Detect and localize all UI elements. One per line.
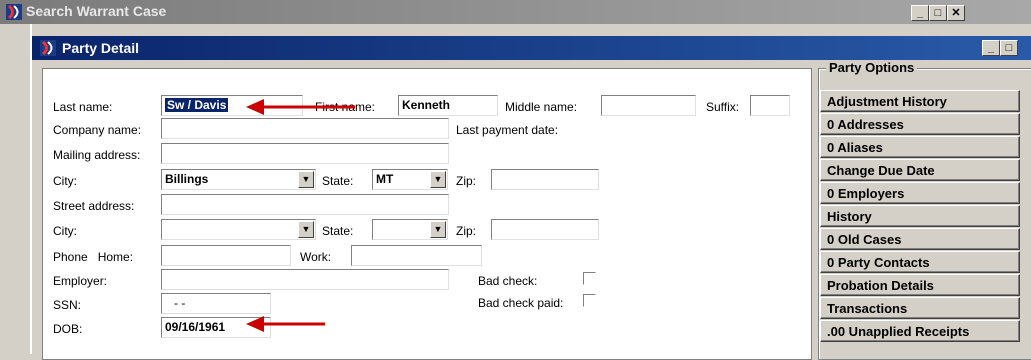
dob-label: DOB: xyxy=(53,322,83,336)
outer-window-title: Search Warrant Case xyxy=(26,3,167,19)
phone-home-label: Phone Home: xyxy=(53,250,134,264)
last-name-label: Last name: xyxy=(53,100,113,114)
inner-maximize-button[interactable]: □ xyxy=(1000,40,1018,56)
middle-name-label: Middle name: xyxy=(505,100,578,114)
company-name-label: Company name: xyxy=(53,123,142,137)
street-address-field[interactable] xyxy=(161,194,449,215)
first-name-field[interactable]: Kenneth xyxy=(398,95,498,116)
annotation-arrow-icon xyxy=(246,99,355,115)
street-city-label: City: xyxy=(53,224,77,238)
outer-minimize-button[interactable]: _ xyxy=(911,5,929,21)
adjustment-history-button[interactable]: Adjustment History xyxy=(820,90,1020,112)
ssn-label: SSN: xyxy=(53,298,82,312)
mailing-city-label: City: xyxy=(53,174,77,188)
addresses-button[interactable]: 0 Addresses xyxy=(820,113,1020,135)
bad-check-paid-checkbox[interactable] xyxy=(583,294,596,307)
ssn-field[interactable]: - - xyxy=(161,293,271,314)
mailing-state-select[interactable]: MT ▼ xyxy=(372,169,448,190)
street-address-label: Street address: xyxy=(53,199,135,213)
bad-check-checkbox[interactable] xyxy=(583,272,596,285)
phone-work-field[interactable] xyxy=(351,245,482,266)
phone-work-label: Work: xyxy=(300,250,332,264)
outer-maximize-button[interactable]: □ xyxy=(929,5,947,21)
bad-check-paid-label: Bad check paid: xyxy=(478,296,564,310)
history-button[interactable]: History xyxy=(820,205,1020,227)
street-state-label: State: xyxy=(322,224,354,238)
change-due-date-button[interactable]: Change Due Date xyxy=(820,159,1020,181)
probation-details-button[interactable]: Probation Details xyxy=(820,274,1020,296)
chevron-down-icon[interactable]: ▼ xyxy=(430,221,446,238)
street-state-select[interactable]: ▼ xyxy=(372,219,448,240)
inner-minimize-button[interactable]: _ xyxy=(982,40,1000,56)
mailing-zip-field[interactable] xyxy=(491,169,599,190)
mailing-address-label: Mailing address: xyxy=(53,148,141,162)
old-cases-button[interactable]: 0 Old Cases xyxy=(820,228,1020,250)
last-payment-date-label: Last payment date: xyxy=(456,123,559,137)
employer-label: Employer: xyxy=(53,274,108,288)
street-zip-label: Zip: xyxy=(456,224,477,238)
inner-title-bar: Party Detail _ □ xyxy=(32,36,1031,60)
company-name-field[interactable] xyxy=(161,118,449,139)
mailing-city-select[interactable]: Billings ▼ xyxy=(161,169,316,190)
employers-button[interactable]: 0 Employers xyxy=(820,182,1020,204)
mailing-zip-label: Zip: xyxy=(456,174,477,188)
chevron-down-icon[interactable]: ▼ xyxy=(298,221,314,238)
phone-home-field[interactable] xyxy=(161,245,291,266)
outer-title-bar: Search Warrant Case _ □ ✕ xyxy=(0,0,1031,24)
outer-close-button[interactable]: ✕ xyxy=(947,5,965,21)
unapplied-receipts-button[interactable]: .00 Unapplied Receipts xyxy=(820,320,1020,342)
middle-name-field[interactable] xyxy=(601,95,696,116)
street-city-select[interactable]: ▼ xyxy=(161,219,316,240)
annotation-arrow-icon xyxy=(246,316,325,332)
employer-field[interactable] xyxy=(161,269,449,290)
aliases-button[interactable]: 0 Aliases xyxy=(820,136,1020,158)
mailing-address-field[interactable] xyxy=(161,143,449,164)
chevron-down-icon[interactable]: ▼ xyxy=(430,171,446,188)
party-options-legend: Party Options xyxy=(826,60,918,75)
app-logo-icon xyxy=(6,4,22,20)
bad-check-label: Bad check: xyxy=(478,274,538,288)
app-logo-icon xyxy=(40,40,56,56)
transactions-button[interactable]: Transactions xyxy=(820,297,1020,319)
street-zip-field[interactable] xyxy=(491,219,599,240)
suffix-field[interactable] xyxy=(750,95,790,116)
party-contacts-button[interactable]: 0 Party Contacts xyxy=(820,251,1020,273)
inner-window-title: Party Detail xyxy=(62,40,140,56)
chevron-down-icon[interactable]: ▼ xyxy=(298,171,314,188)
mailing-state-label: State: xyxy=(322,174,354,188)
suffix-label: Suffix: xyxy=(706,100,740,114)
